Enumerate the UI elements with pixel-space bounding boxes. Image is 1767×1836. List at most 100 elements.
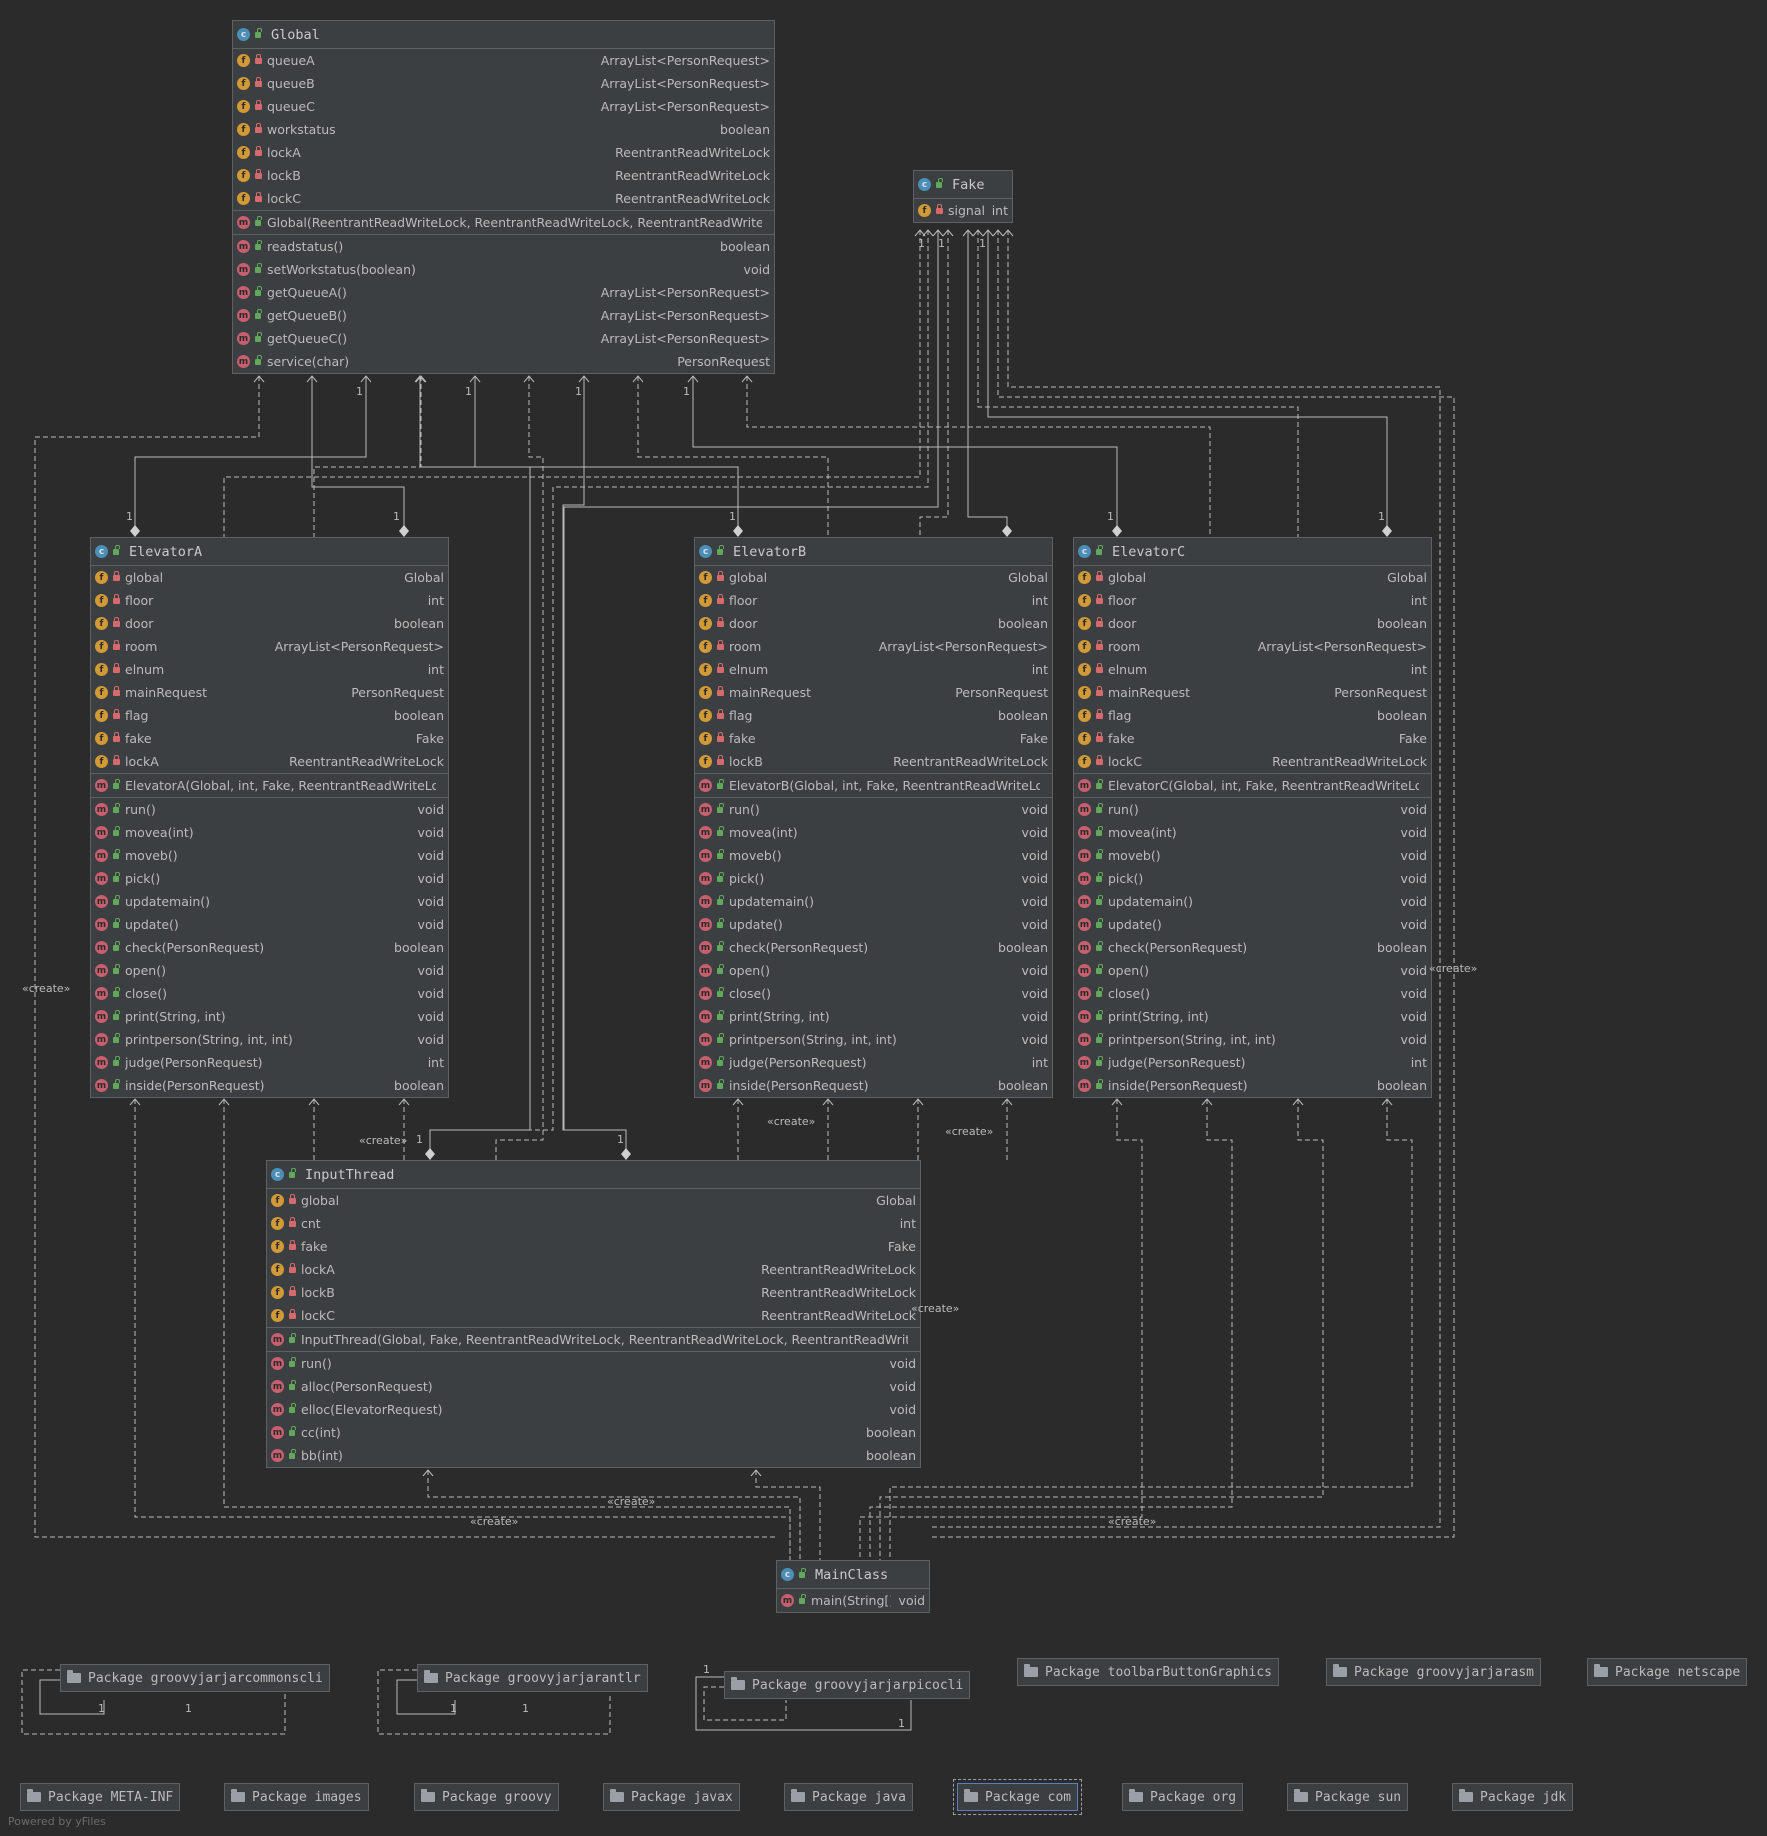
field-row[interactable]: f lockC ReentrantReadWriteLock <box>267 1304 920 1327</box>
field-row[interactable]: f queueC ArrayList<PersonRequest> <box>233 95 774 118</box>
package-node[interactable]: Package groovyjarjarantlr <box>417 1664 648 1692</box>
method-row[interactable]: m elloc(ElevatorRequest) void <box>267 1398 920 1421</box>
field-row[interactable]: f cnt int <box>267 1212 920 1235</box>
method-row[interactable]: m pick() void <box>1074 867 1431 890</box>
field-row[interactable]: f lockC ReentrantReadWriteLock <box>1074 750 1431 773</box>
method-row[interactable]: m moveb() void <box>1074 844 1431 867</box>
class-header[interactable]: c InputThread <box>267 1161 920 1189</box>
package-node[interactable]: Package netscape <box>1587 1658 1748 1686</box>
class-fake[interactable]: c Fake f signal int <box>913 170 1013 223</box>
package-node[interactable]: Package images <box>224 1783 369 1811</box>
method-row[interactable]: m judge(PersonRequest) int <box>91 1051 448 1074</box>
field-row[interactable]: f flag boolean <box>1074 704 1431 727</box>
constructor-row[interactable]: m ElevatorC(Global, int, Fake, ReentrantR… <box>1074 774 1431 797</box>
field-row[interactable]: f lockB ReentrantReadWriteLock <box>695 750 1052 773</box>
method-row[interactable]: m main(String[]) void <box>777 1589 929 1612</box>
method-row[interactable]: m run() void <box>1074 798 1431 821</box>
class-header[interactable]: c ElevatorA <box>91 538 448 566</box>
package-node[interactable]: Package java <box>784 1783 913 1811</box>
field-row[interactable]: f elnum int <box>695 658 1052 681</box>
method-row[interactable]: m getQueueB() ArrayList<PersonRequest> <box>233 304 774 327</box>
field-row[interactable]: f door boolean <box>695 612 1052 635</box>
package-node[interactable]: Package jdk <box>1452 1783 1574 1811</box>
field-row[interactable]: f floor int <box>695 589 1052 612</box>
method-row[interactable]: m judge(PersonRequest) int <box>695 1051 1052 1074</box>
package-node[interactable]: Package toolbarButtonGraphics <box>1017 1658 1279 1686</box>
field-row[interactable]: f lockA ReentrantReadWriteLock <box>233 141 774 164</box>
class-elevatorB[interactable]: c ElevatorB f global Global f floor int f door boo… <box>694 537 1053 1098</box>
class-header[interactable]: c MainClass <box>777 1561 929 1589</box>
method-row[interactable]: m getQueueC() ArrayList<PersonRequest> <box>233 327 774 350</box>
method-row[interactable]: m close() void <box>91 982 448 1005</box>
field-row[interactable]: f room ArrayList<PersonRequest> <box>1074 635 1431 658</box>
method-row[interactable]: m print(String, int) void <box>1074 1005 1431 1028</box>
method-row[interactable]: m inside(PersonRequest) boolean <box>695 1074 1052 1097</box>
field-row[interactable]: f room ArrayList<PersonRequest> <box>91 635 448 658</box>
constructor-row[interactable]: m Global(ReentrantReadWriteLock, Reentran… <box>233 211 774 234</box>
method-row[interactable]: m open() void <box>695 959 1052 982</box>
package-node[interactable]: Package com <box>952 1779 1083 1815</box>
class-elevatorC[interactable]: c ElevatorC f global Global f floor int f door boo… <box>1073 537 1432 1098</box>
class-mainClass[interactable]: c MainClass m main(String[]) void <box>776 1560 930 1613</box>
constructor-row[interactable]: m ElevatorB(Global, int, Fake, ReentrantR… <box>695 774 1052 797</box>
method-row[interactable]: m run() void <box>91 798 448 821</box>
method-row[interactable]: m printperson(String, int, int) void <box>91 1028 448 1051</box>
constructor-row[interactable]: m ElevatorA(Global, int, Fake, ReentrantR… <box>91 774 448 797</box>
method-row[interactable]: m bb(int) boolean <box>267 1444 920 1467</box>
field-row[interactable]: f elnum int <box>91 658 448 681</box>
method-row[interactable]: m check(PersonRequest) boolean <box>1074 936 1431 959</box>
field-row[interactable]: f queueB ArrayList<PersonRequest> <box>233 72 774 95</box>
field-row[interactable]: f door boolean <box>91 612 448 635</box>
field-row[interactable]: f mainRequest PersonRequest <box>91 681 448 704</box>
field-row[interactable]: f flag boolean <box>91 704 448 727</box>
method-row[interactable]: m run() void <box>695 798 1052 821</box>
class-inputThread[interactable]: c InputThread f global Global f cnt int f fake Fak… <box>266 1160 921 1468</box>
method-row[interactable]: m open() void <box>1074 959 1431 982</box>
method-row[interactable]: m printperson(String, int, int) void <box>695 1028 1052 1051</box>
method-row[interactable]: m setWorkstatus(boolean) void <box>233 258 774 281</box>
field-row[interactable]: f workstatus boolean <box>233 118 774 141</box>
field-row[interactable]: f door boolean <box>1074 612 1431 635</box>
field-row[interactable]: f lockB ReentrantReadWriteLock <box>267 1281 920 1304</box>
field-row[interactable]: f queueA ArrayList<PersonRequest> <box>233 49 774 72</box>
field-row[interactable]: f floor int <box>1074 589 1431 612</box>
field-row[interactable]: f floor int <box>91 589 448 612</box>
field-row[interactable]: f global Global <box>1074 566 1431 589</box>
method-row[interactable]: m run() void <box>267 1352 920 1375</box>
field-row[interactable]: f fake Fake <box>695 727 1052 750</box>
constructor-row[interactable]: m InputThread(Global, Fake, ReentrantRead… <box>267 1328 920 1351</box>
method-row[interactable]: m update() void <box>695 913 1052 936</box>
class-header[interactable]: c Global <box>233 21 774 49</box>
field-row[interactable]: f room ArrayList<PersonRequest> <box>695 635 1052 658</box>
package-node[interactable]: Package javax <box>603 1783 740 1811</box>
method-row[interactable]: m movea(int) void <box>91 821 448 844</box>
method-row[interactable]: m moveb() void <box>695 844 1052 867</box>
method-row[interactable]: m open() void <box>91 959 448 982</box>
package-node[interactable]: Package groovy <box>414 1783 559 1811</box>
field-row[interactable]: f mainRequest PersonRequest <box>695 681 1052 704</box>
field-row[interactable]: f signal int <box>914 199 1012 222</box>
class-header[interactable]: c Fake <box>914 171 1012 199</box>
package-node[interactable]: Package groovyjarjarasm <box>1326 1658 1542 1686</box>
method-row[interactable]: m check(PersonRequest) boolean <box>91 936 448 959</box>
method-row[interactable]: m judge(PersonRequest) int <box>1074 1051 1431 1074</box>
class-header[interactable]: c ElevatorB <box>695 538 1052 566</box>
method-row[interactable]: m pick() void <box>91 867 448 890</box>
field-row[interactable]: f lockC ReentrantReadWriteLock <box>233 187 774 210</box>
method-row[interactable]: m cc(int) boolean <box>267 1421 920 1444</box>
field-row[interactable]: f fake Fake <box>91 727 448 750</box>
method-row[interactable]: m movea(int) void <box>1074 821 1431 844</box>
field-row[interactable]: f global Global <box>695 566 1052 589</box>
class-global[interactable]: c Global f queueA ArrayList<PersonRequest> f q… <box>232 20 775 374</box>
method-row[interactable]: m inside(PersonRequest) boolean <box>91 1074 448 1097</box>
package-node[interactable]: Package groovyjarjarpicocli <box>724 1671 971 1699</box>
method-row[interactable]: m print(String, int) void <box>695 1005 1052 1028</box>
method-row[interactable]: m inside(PersonRequest) boolean <box>1074 1074 1431 1097</box>
method-row[interactable]: m printperson(String, int, int) void <box>1074 1028 1431 1051</box>
method-row[interactable]: m updatemain() void <box>695 890 1052 913</box>
method-row[interactable]: m service(char) PersonRequest <box>233 350 774 373</box>
method-row[interactable]: m update() void <box>91 913 448 936</box>
class-elevatorA[interactable]: c ElevatorA f global Global f floor int f door boo… <box>90 537 449 1098</box>
method-row[interactable]: m getQueueA() ArrayList<PersonRequest> <box>233 281 774 304</box>
package-node[interactable]: Package sun <box>1287 1783 1409 1811</box>
